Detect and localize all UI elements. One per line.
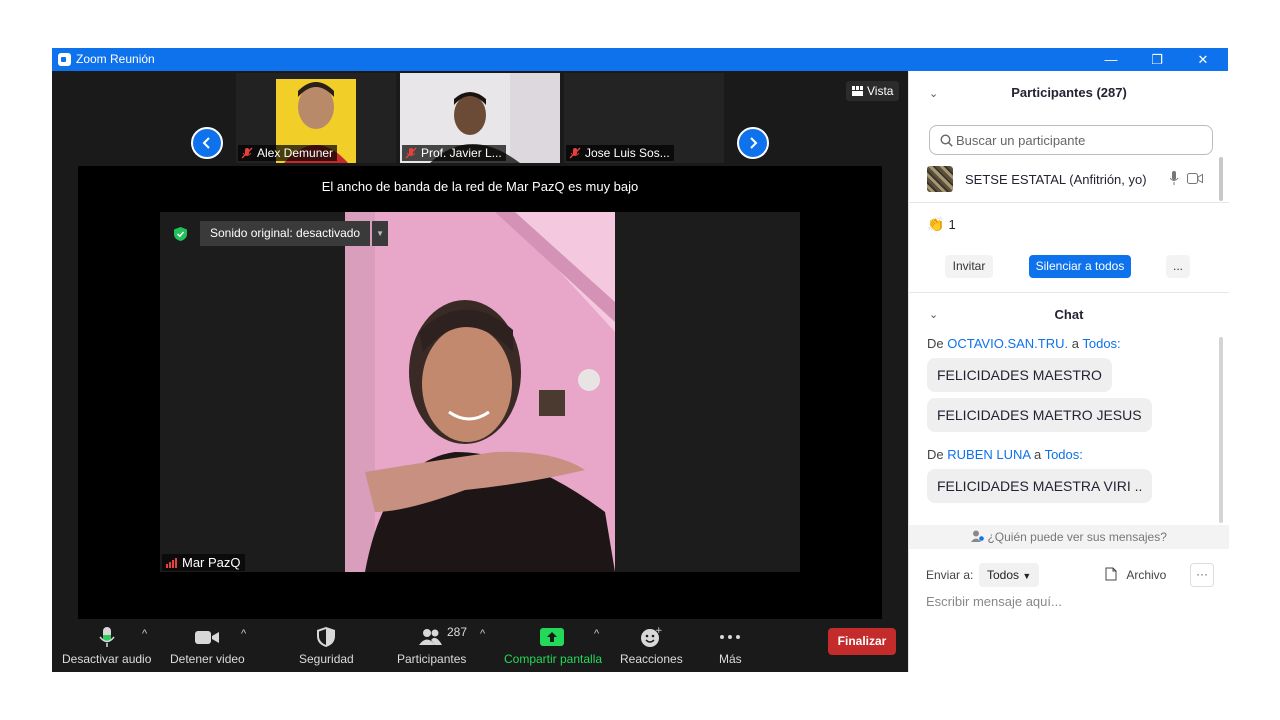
chevron-left-icon: [202, 137, 210, 149]
chat-messages: De OCTAVIO.SAN.TRU. a Todos: FELICIDADES…: [927, 336, 1217, 503]
audio-options-caret[interactable]: ^: [142, 628, 147, 640]
participant-thumbnail[interactable]: Alex Demuner: [236, 73, 396, 163]
participant-row-host[interactable]: SETSE ESTATAL (Anfitrión, yo): [927, 166, 1213, 192]
original-sound-toggle[interactable]: Sonido original: desactivado ▼: [200, 221, 389, 246]
share-screen-button[interactable]: Compartir pantalla: [502, 619, 604, 672]
chevron-down-icon: ▼: [1022, 571, 1032, 581]
participants-count-badge: 287: [447, 625, 468, 639]
mute-all-button[interactable]: Silenciar a todos: [1029, 255, 1131, 278]
zoom-app-icon: [58, 53, 71, 66]
microphone-icon[interactable]: [1169, 171, 1179, 186]
clapping-hands-icon: 👏: [927, 216, 945, 232]
restore-button[interactable]: ❐: [1134, 48, 1180, 71]
search-icon: [940, 134, 953, 147]
recipient-name: Todos:: [1044, 447, 1083, 462]
participants-header: Participantes (287): [1011, 85, 1127, 100]
microphone-icon: [99, 627, 115, 647]
participants-scrollbar[interactable]: [1219, 157, 1223, 201]
reaction-counter: 👏 1: [927, 216, 956, 232]
file-icon: [1105, 567, 1117, 581]
chevron-right-icon: [750, 137, 758, 149]
speaker-image: [345, 212, 615, 572]
video-options-caret[interactable]: ^: [241, 628, 246, 640]
divider: [909, 202, 1229, 203]
more-dots-icon: [720, 635, 740, 639]
chat-message-input[interactable]: Escribir mensaje aquí...: [926, 594, 1062, 609]
chat-scrollbar[interactable]: [1219, 337, 1223, 523]
mute-audio-button[interactable]: Desactivar audio: [62, 619, 152, 672]
participants-icon: [419, 629, 442, 645]
recipient-name: Todos:: [1082, 336, 1121, 351]
next-page-button[interactable]: [737, 127, 769, 159]
send-to-row: Enviar a: Todos ▼ Archivo ···: [926, 563, 1216, 587]
signal-bars-icon: [166, 557, 177, 568]
prev-page-button[interactable]: [191, 127, 223, 159]
person-info-icon: [971, 530, 984, 542]
more-button[interactable]: Más: [712, 619, 748, 672]
minimize-button[interactable]: —: [1088, 48, 1134, 71]
title-bar: Zoom Reunión — ❐ ✕: [52, 48, 1228, 71]
video-area: Alex Demuner Prof. Javier L... Jose Luis…: [52, 71, 908, 672]
speaker-name-tag: Mar PazQ: [162, 554, 245, 571]
window-title: Zoom Reunión: [76, 52, 155, 66]
stop-video-button[interactable]: Detener video: [170, 619, 250, 672]
participant-search-input[interactable]: Buscar un participante: [929, 125, 1213, 155]
share-screen-icon: [540, 628, 564, 646]
shield-icon: [317, 627, 335, 647]
chat-more-button[interactable]: ···: [1190, 563, 1214, 587]
sender-name[interactable]: OCTAVIO.SAN.TRU.: [947, 336, 1068, 351]
sender-name[interactable]: RUBEN LUNA: [947, 447, 1030, 462]
divider: [909, 292, 1229, 293]
speaker-video: [345, 212, 615, 572]
participant-thumbnail[interactable]: Prof. Javier L...: [400, 73, 560, 163]
participant-name-tag: Jose Luis Sos...: [566, 145, 674, 161]
video-camera-icon: [195, 631, 219, 644]
chat-sender-line: De OCTAVIO.SAN.TRU. a Todos:: [927, 336, 1121, 351]
encryption-shield-icon: [174, 227, 187, 246]
video-camera-icon[interactable]: [1187, 173, 1203, 184]
emoji-icon: +: [641, 626, 662, 647]
meeting-toolbar: Desactivar audio ^ Detener video ^ Segur…: [52, 619, 908, 672]
participant-thumbnail[interactable]: Jose Luis Sos...: [564, 73, 724, 163]
side-panel: ⌄ Participantes (287) Buscar un particip…: [908, 71, 1229, 672]
chat-sender-line: De RUBEN LUNA a Todos:: [927, 447, 1083, 462]
chat-message[interactable]: FELICIDADES MAESTRO: [927, 358, 1112, 392]
invite-button[interactable]: Invitar: [945, 255, 993, 278]
bandwidth-notice: El ancho de banda de la red de Mar PazQ …: [321, 179, 639, 194]
participants-more-button[interactable]: ...: [1166, 255, 1190, 278]
chat-message[interactable]: FELICIDADES MAESTRA VIRI ..: [927, 469, 1153, 503]
zoom-window: Zoom Reunión — ❐ ✕ Alex Demuner Prof. Ja…: [52, 48, 1229, 672]
send-to-select[interactable]: Todos ▼: [979, 563, 1040, 587]
file-button[interactable]: Archivo: [1105, 567, 1166, 582]
chat-header: Chat: [1054, 307, 1084, 322]
avatar: [927, 166, 953, 192]
participant-name-tag: Prof. Javier L...: [402, 145, 506, 161]
security-button[interactable]: Seguridad: [296, 619, 356, 672]
mic-muted-icon: [405, 147, 417, 159]
mic-muted-icon: [241, 147, 253, 159]
svg-text:+: +: [655, 626, 662, 636]
mic-muted-icon: [569, 147, 581, 159]
view-button[interactable]: Vista: [846, 81, 900, 101]
participants-button[interactable]: 287 Participantes: [395, 619, 469, 672]
active-speaker-video: El ancho de banda de la red de Mar PazQ …: [78, 166, 882, 619]
participant-name-tag: Alex Demuner: [238, 145, 338, 161]
grid-view-icon: [852, 86, 863, 96]
participants-options-caret[interactable]: ^: [480, 628, 485, 640]
who-can-see-messages-link[interactable]: ¿Quién puede ver sus mensajes?: [909, 525, 1229, 549]
chevron-down-icon[interactable]: ▼: [372, 221, 389, 246]
video-frame: Sonido original: desactivado ▼ Mar PazQ: [160, 212, 800, 572]
end-meeting-button[interactable]: Finalizar: [828, 628, 896, 655]
share-options-caret[interactable]: ^: [594, 628, 599, 640]
reactions-button[interactable]: + Reacciones: [618, 619, 683, 672]
close-button[interactable]: ✕: [1180, 48, 1226, 71]
chat-message[interactable]: FELICIDADES MAETRO JESUS: [927, 398, 1152, 432]
